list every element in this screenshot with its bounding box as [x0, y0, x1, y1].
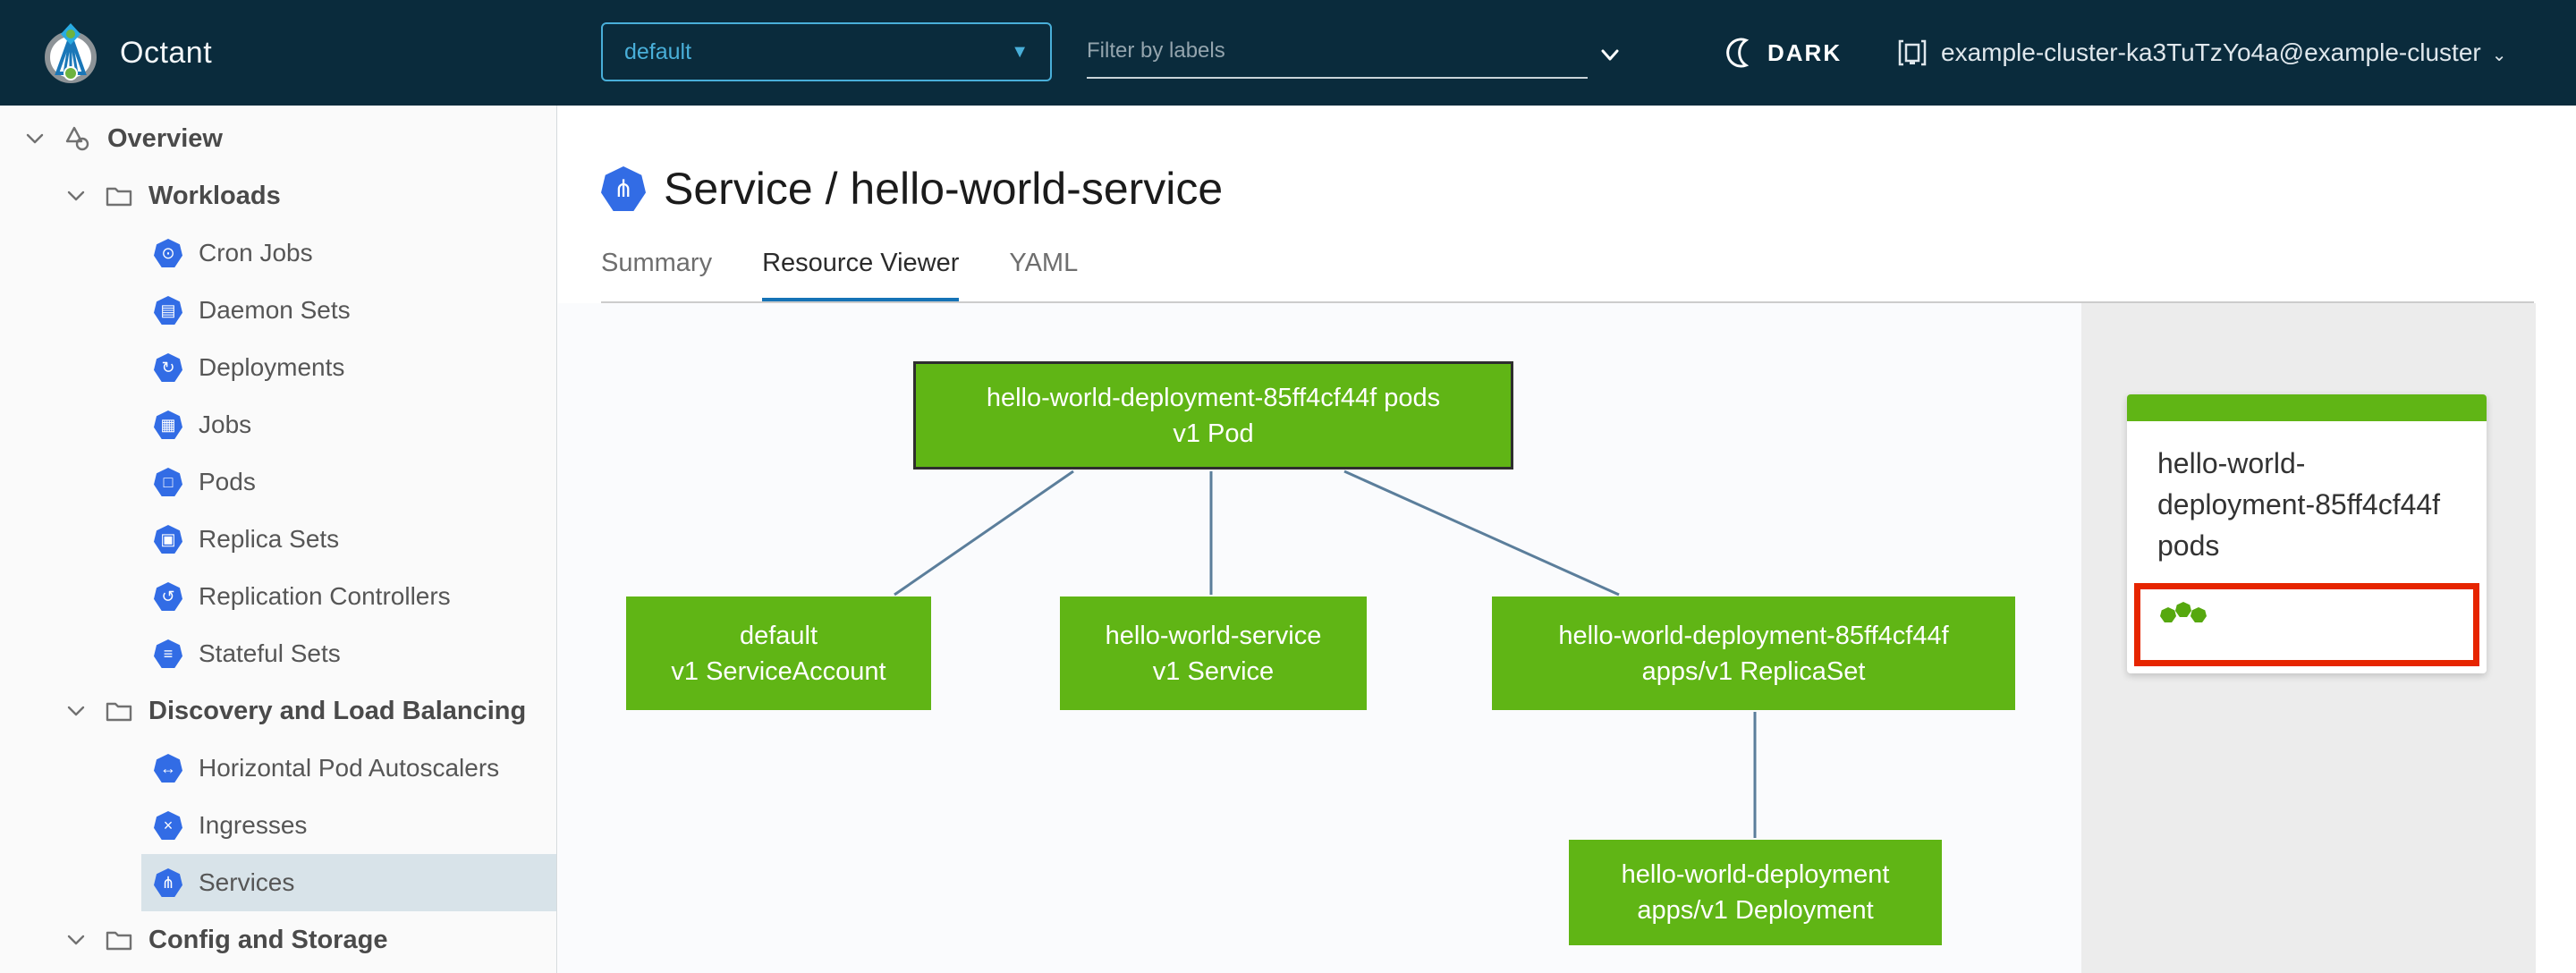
pod-status-alert-box[interactable]	[2134, 583, 2479, 666]
brand-title: Octant	[120, 35, 213, 70]
folder-icon	[106, 931, 132, 951]
moon-icon	[1726, 38, 1750, 68]
selected-node-card: hello-world-deployment-85ff4cf44f pods	[2127, 394, 2487, 673]
label-filter	[1087, 25, 1623, 82]
theme-toggle-button[interactable]: DARK	[1726, 0, 1842, 106]
sidebar-item-daemon-sets[interactable]: ▤ Daemon Sets	[141, 282, 556, 339]
graph-node-serviceaccount[interactable]: default v1 ServiceAccount	[626, 596, 931, 710]
sidebar-item-overview[interactable]: Overview	[0, 110, 556, 167]
k8s-hpa-icon: ↔	[154, 754, 182, 783]
k8s-service-icon: ⋔	[154, 868, 182, 897]
chevron-down-icon[interactable]	[1597, 41, 1623, 68]
selected-node-title: hello-world-deployment-85ff4cf44f pods	[2157, 447, 2441, 562]
octant-app: Octant default ▼ DARK example-cluster-ka…	[0, 0, 2576, 973]
resource-viewer-graph: hello-world-deployment-85ff4cf44f pods v…	[558, 303, 2081, 973]
sidebar-item-replica-sets[interactable]: ▣ Replica Sets	[141, 511, 556, 568]
k8s-pod-icon: □	[154, 468, 182, 496]
chevron-down-icon	[67, 935, 85, 945]
namespace-dropdown[interactable]: default ▼	[601, 22, 1052, 81]
k8s-replicationcontroller-icon: ↺	[154, 582, 182, 611]
status-bar-ok	[2127, 394, 2487, 421]
pod-status-dot	[2160, 607, 2176, 622]
k8s-statefulset-icon: ≡	[154, 639, 182, 668]
sidebar-item-jobs[interactable]: ▦ Jobs	[141, 396, 556, 453]
k8s-ingress-icon: ×	[154, 811, 182, 840]
k8s-cronjob-icon: ⊙	[154, 239, 182, 267]
graph-node-service[interactable]: hello-world-service v1 Service	[1060, 596, 1367, 710]
sidebar-item-discovery-and-load-balancing[interactable]: Discovery and Load Balancing	[0, 682, 556, 740]
sidebar-item-workloads[interactable]: Workloads	[0, 167, 556, 224]
octant-logo	[45, 23, 97, 83]
namespace-value: default	[624, 38, 692, 64]
tab-bar: Summary Resource Viewer YAML	[601, 249, 1128, 303]
sidebar-item-replication-controllers[interactable]: ↺ Replication Controllers	[141, 568, 556, 625]
sidebar-item-deployments[interactable]: ↻ Deployments	[141, 339, 556, 396]
pod-status-dot	[2175, 602, 2191, 617]
sidebar-item-services[interactable]: ⋔ Services	[141, 854, 556, 911]
sidebar-item-config-and-storage[interactable]: Config and Storage	[0, 911, 556, 969]
folder-icon	[106, 702, 132, 722]
theme-toggle-label: DARK	[1767, 38, 1843, 66]
page-title: Service / hello-world-service	[664, 164, 1224, 214]
graph-node-deployment[interactable]: hello-world-deployment apps/v1 Deploymen…	[1569, 840, 1942, 945]
tab-resource-viewer[interactable]: Resource Viewer	[762, 249, 960, 303]
pod-status-dot	[2190, 607, 2207, 622]
graph-node-pod[interactable]: hello-world-deployment-85ff4cf44f pods v…	[913, 361, 1513, 470]
k8s-job-icon: ▦	[154, 410, 182, 439]
node-detail-panel: hello-world-deployment-85ff4cf44f pods	[2081, 303, 2536, 973]
app-header: Octant default ▼ DARK example-cluster-ka…	[0, 0, 2576, 106]
chevron-down-icon	[67, 706, 85, 716]
sidebar-item-pods[interactable]: □ Pods	[141, 453, 556, 511]
sidebar-item-horizontal-pod-autoscalers[interactable]: ↔ Horizontal Pod Autoscalers	[141, 740, 556, 797]
graph-node-replicaset[interactable]: hello-world-deployment-85ff4cf44f apps/v…	[1492, 596, 2015, 710]
sidebar-item-cron-jobs[interactable]: ⊙ Cron Jobs	[141, 224, 556, 282]
folder-icon	[106, 187, 132, 207]
cluster-context-label: example-cluster-ka3TuTzYo4a@example-clus…	[1941, 38, 2481, 66]
k8s-service-icon: ⋔	[601, 166, 646, 211]
cluster-icon	[1898, 39, 1927, 66]
filter-by-labels-input[interactable]	[1087, 25, 1588, 79]
tab-summary[interactable]: Summary	[601, 249, 712, 298]
page-header: ⋔ Service / hello-world-service	[601, 163, 1223, 215]
chevron-down-icon	[26, 133, 44, 144]
objects-icon	[65, 126, 89, 151]
tab-yaml[interactable]: YAML	[1009, 249, 1078, 298]
chevron-down-icon	[67, 190, 85, 201]
k8s-daemonset-icon: ▤	[154, 296, 182, 325]
sidebar-item-ingresses[interactable]: × Ingresses	[141, 797, 556, 854]
sidebar-nav: Overview Workloads ⊙ Cron Jobs ▤ Daemon …	[0, 106, 557, 973]
cluster-context-switcher[interactable]: example-cluster-ka3TuTzYo4a@example-clus…	[1896, 0, 2506, 106]
chevron-down-icon: ⌄	[2491, 45, 2507, 65]
sidebar-item-stateful-sets[interactable]: ≡ Stateful Sets	[141, 625, 556, 682]
k8s-replicaset-icon: ▣	[154, 525, 182, 554]
dropdown-caret-icon: ▼	[1011, 41, 1029, 62]
k8s-deployment-icon: ↻	[154, 353, 182, 382]
